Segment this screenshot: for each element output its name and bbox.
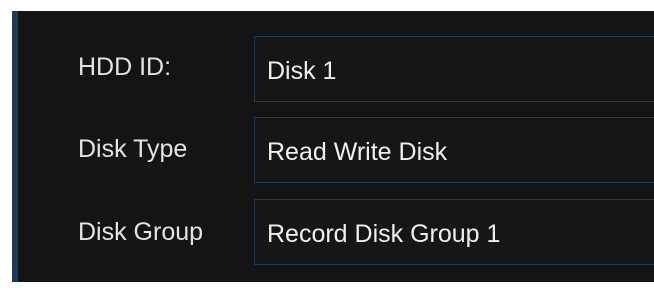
disk-type-value: Read Write Disk	[267, 138, 448, 166]
disk-settings-window: HDD ID: Disk 1 Disk Type Read Write Disk…	[0, 0, 654, 293]
hdd-id-value: Disk 1	[267, 57, 337, 85]
disk-group-label: Disk Group	[78, 218, 204, 246]
disk-group-row: Disk Group Record Disk Group 1	[12, 199, 654, 267]
disk-type-row: Disk Type Read Write Disk	[12, 117, 654, 185]
disk-type-label: Disk Type	[78, 135, 188, 163]
disk-type-field[interactable]: Read Write Disk	[254, 117, 654, 183]
hdd-id-row: HDD ID: Disk 1	[12, 36, 654, 104]
hdd-id-field[interactable]: Disk 1	[254, 36, 654, 102]
disk-group-field[interactable]: Record Disk Group 1	[254, 199, 654, 265]
disk-settings-panel: HDD ID: Disk 1 Disk Type Read Write Disk…	[12, 11, 654, 282]
hdd-id-label: HDD ID:	[78, 53, 172, 81]
disk-group-value: Record Disk Group 1	[267, 220, 501, 248]
